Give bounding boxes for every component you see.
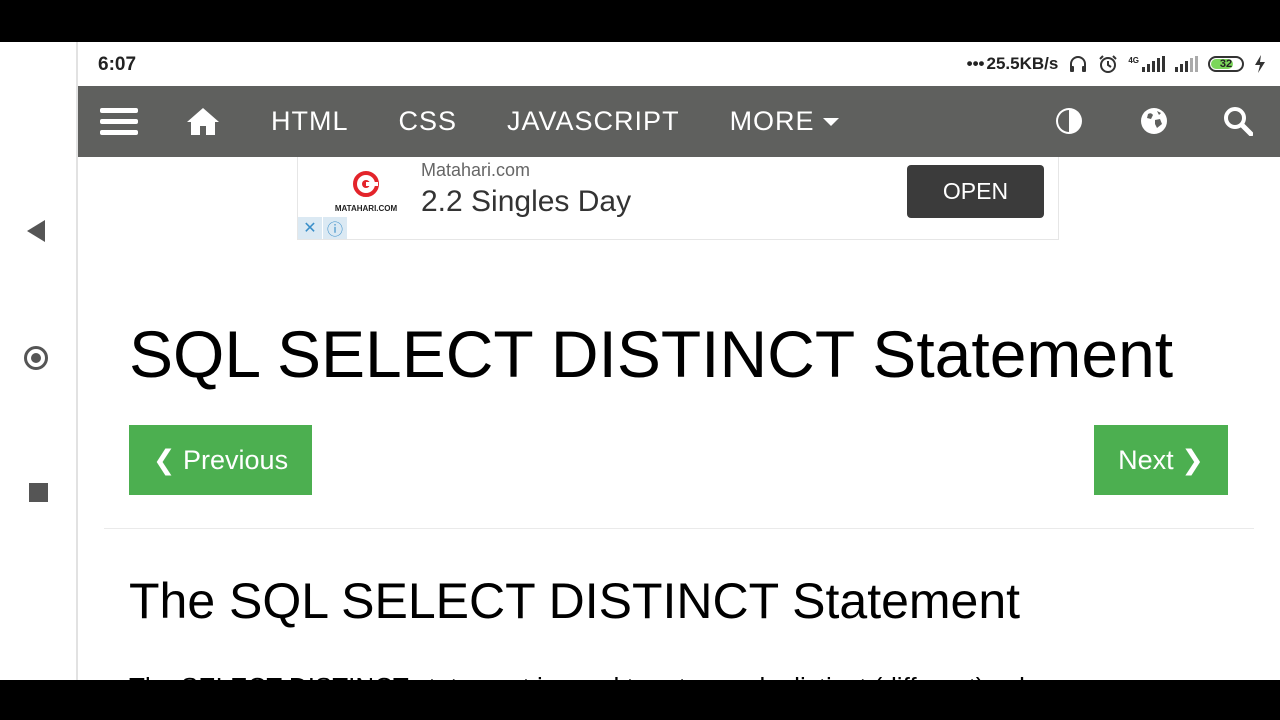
nav-link-javascript[interactable]: JAVASCRIPT xyxy=(507,106,680,137)
signal-icon-2 xyxy=(1175,56,1198,72)
battery-level: 32 xyxy=(1219,58,1233,70)
android-nav-bar xyxy=(0,42,78,680)
next-button[interactable]: Next ❯ xyxy=(1094,425,1228,495)
close-ad-icon[interactable]: ✕ xyxy=(298,217,323,239)
signal-icon: 4G xyxy=(1128,56,1165,72)
status-icons: ••• 25.5KB/s 4G 32 xyxy=(967,52,1266,76)
nav-link-more-label: MORE xyxy=(729,106,815,136)
headphones-icon xyxy=(1070,56,1087,72)
charging-icon xyxy=(1255,55,1265,73)
battery-icon: 32 xyxy=(1208,56,1244,72)
ad-banner[interactable]: MATAHARI.COM Matahari.com 2.2 Singles Da… xyxy=(297,157,1059,240)
ad-brand: MATAHARI.COM xyxy=(334,204,398,213)
ad-logo: MATAHARI.COM xyxy=(330,171,402,213)
phone-screen: 6:07 ••• 25.5KB/s 4G 32 HTML CSS JAVASCR… xyxy=(0,42,1280,680)
previous-button[interactable]: ❮ Previous xyxy=(129,425,312,495)
network-type: 4G xyxy=(1128,56,1139,65)
ad-info-icon[interactable]: ⓘ xyxy=(323,217,348,239)
globe-icon[interactable] xyxy=(1139,106,1169,136)
top-navigation: HTML CSS JAVASCRIPT MORE xyxy=(78,86,1280,157)
network-speed: 25.5KB/s xyxy=(986,54,1059,73)
alarm-icon xyxy=(1099,55,1118,73)
recents-icon[interactable] xyxy=(29,483,48,502)
nav-link-more[interactable]: MORE xyxy=(730,106,839,137)
section-title: The SQL SELECT DISTINCT Statement xyxy=(129,573,1021,629)
chevron-down-icon xyxy=(822,117,839,126)
nav-link-css[interactable]: CSS xyxy=(399,106,458,137)
ad-controls: ✕ ⓘ xyxy=(298,217,348,239)
page-title: SQL SELECT DISTINCT Statement xyxy=(129,317,1174,391)
ad-headline: 2.2 Singles Day xyxy=(421,185,632,218)
intro-paragraph: The SELECT DISTINCT statement is used to… xyxy=(129,672,1074,680)
back-icon[interactable] xyxy=(27,220,45,242)
divider xyxy=(104,528,1254,529)
hamburger-icon[interactable] xyxy=(100,108,138,136)
ad-open-button[interactable]: OPEN xyxy=(907,165,1044,218)
ad-site: Matahari.com xyxy=(421,160,531,180)
nav-link-html[interactable]: HTML xyxy=(271,106,349,137)
search-icon[interactable] xyxy=(1223,106,1253,136)
status-bar: 6:07 ••• 25.5KB/s 4G 32 xyxy=(78,42,1280,86)
notification-dots-icon: ••• xyxy=(966,54,985,73)
home-circle-icon[interactable] xyxy=(24,346,48,370)
nav-links: HTML CSS JAVASCRIPT MORE xyxy=(271,86,889,157)
status-time: 6:07 xyxy=(98,54,137,75)
home-icon[interactable] xyxy=(186,106,220,136)
contrast-icon[interactable] xyxy=(1054,106,1084,136)
matahari-logo-icon xyxy=(353,171,379,197)
